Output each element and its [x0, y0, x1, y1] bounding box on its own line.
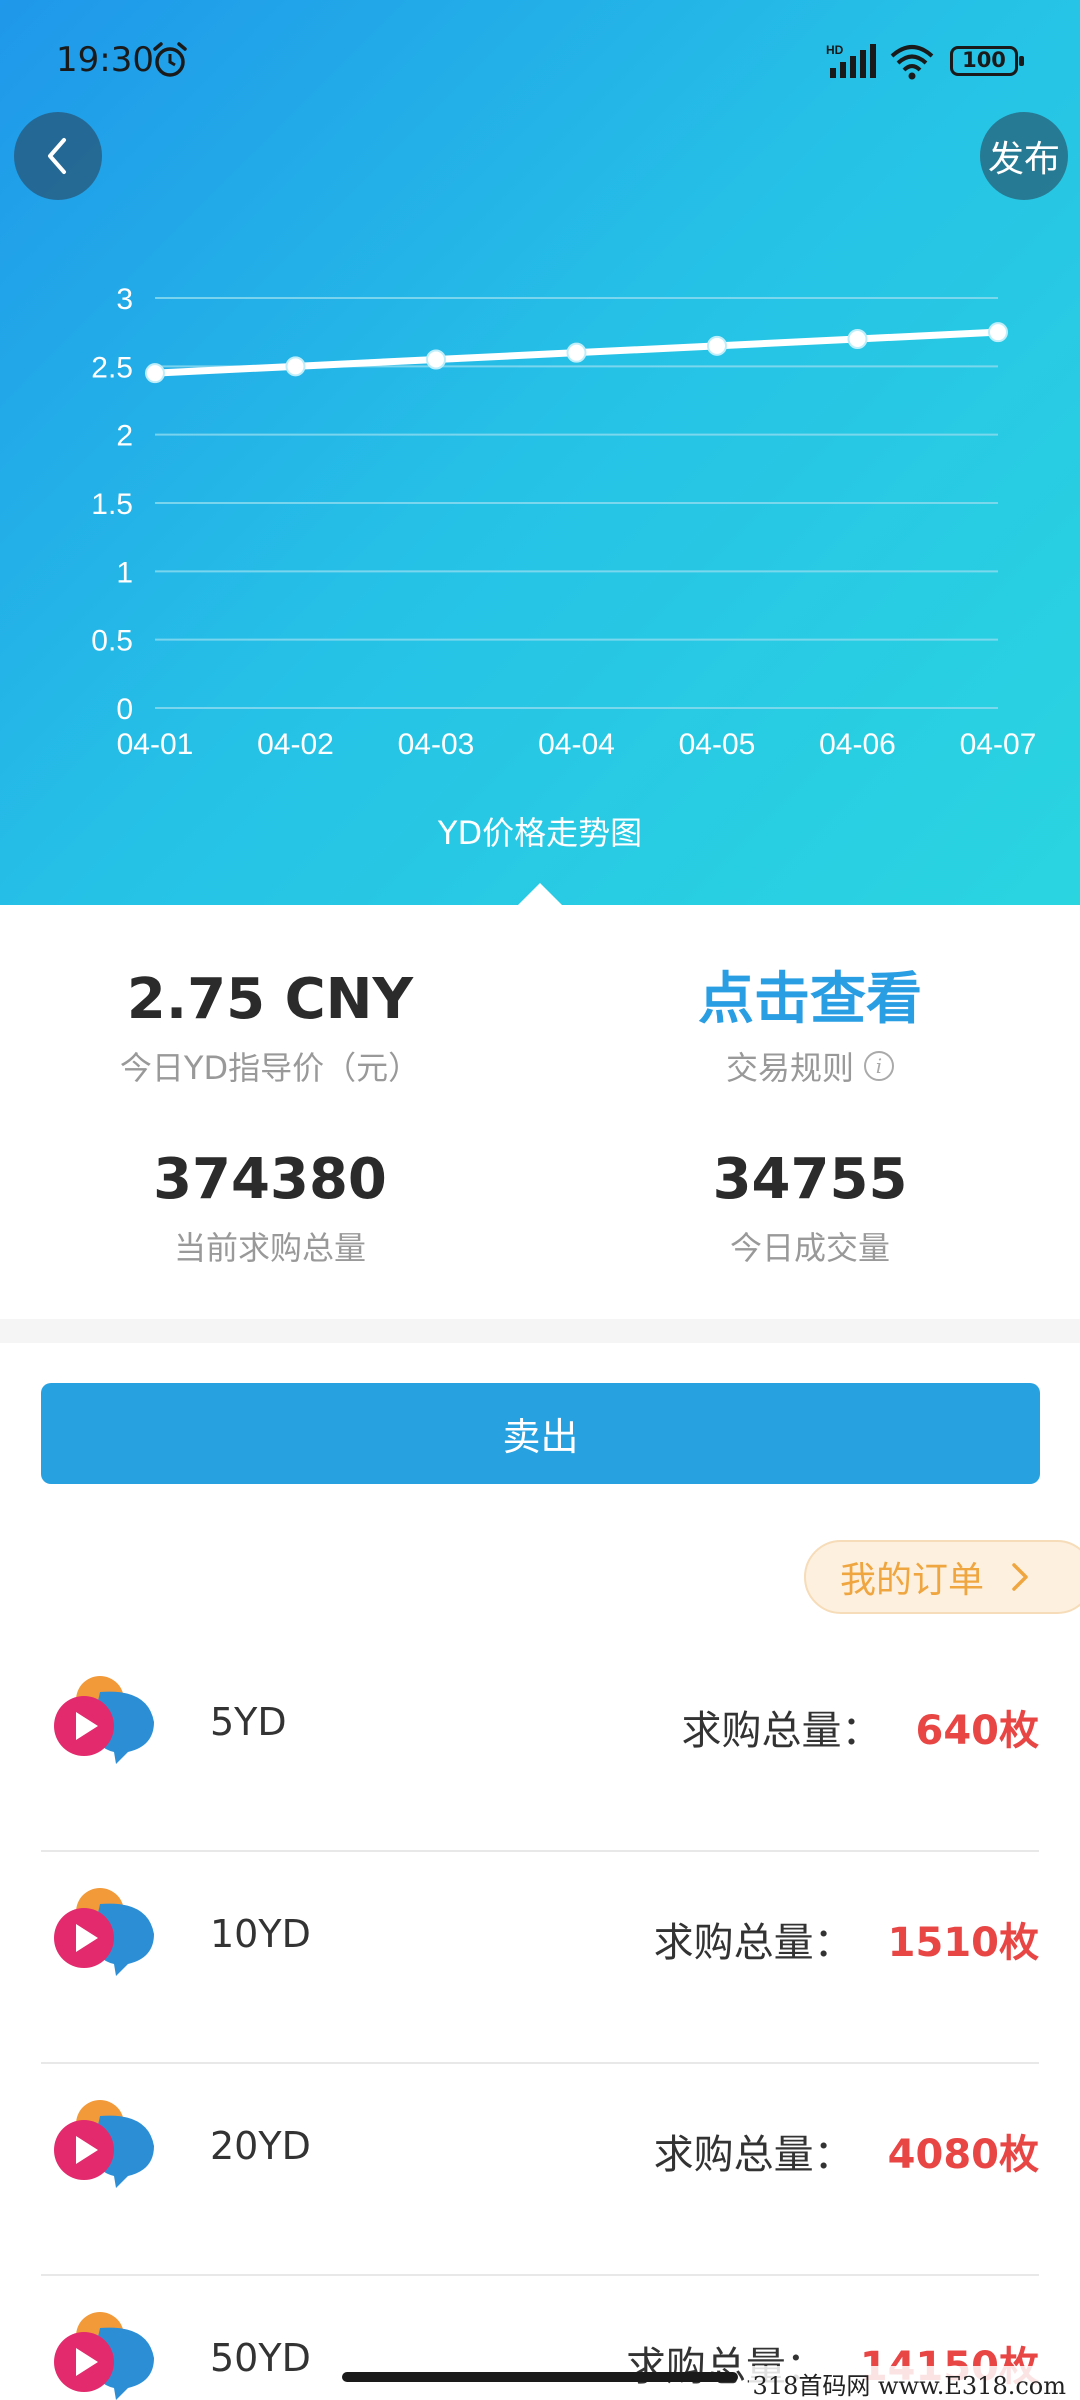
view-rules-link[interactable]: 点击查看: [540, 965, 1080, 1035]
status-bar: 19:30 HD 100: [0, 0, 1080, 120]
back-button[interactable]: [14, 112, 102, 200]
app-logo-icon: [54, 2100, 154, 2188]
home-indicator[interactable]: [342, 2372, 738, 2382]
my-orders-button[interactable]: 我的订单: [804, 1540, 1080, 1614]
y-tick-label: 0.5: [91, 625, 133, 658]
y-tick-label: 2.5: [91, 351, 133, 384]
item-demand-label: 求购总量：: [653, 1920, 854, 1966]
my-orders-label: 我的订单: [840, 1560, 985, 1601]
today-volume-label: 今日成交量: [729, 1229, 890, 1267]
x-tick-label: 04-02: [257, 728, 334, 761]
item-demand: 求购总量： 4080枚: [654, 2122, 1039, 2180]
total-demand-label: 当前求购总量: [173, 1229, 366, 1267]
chevron-right-icon: [1012, 1563, 1028, 1591]
alarm-icon: [153, 42, 187, 77]
data-point: [426, 349, 446, 370]
chevron-left-icon: [48, 138, 66, 174]
x-tick-label: 04-04: [538, 728, 615, 761]
price-trend-chart: 0 0.5 1 1.5 2 2.5 3 04-01 04-02 04-03 04-04 04-05 04…: [91, 283, 1037, 761]
sell-button[interactable]: 卖出: [41, 1383, 1040, 1484]
item-demand-value: 640枚: [915, 1708, 1040, 1754]
item-demand-value: 1510枚: [887, 1920, 1039, 1966]
data-point: [285, 356, 306, 377]
guide-price-stat: 2.75 CNY 今日YD指导价（元）: [0, 965, 540, 1089]
info-icon[interactable]: i: [864, 1051, 894, 1081]
today-volume-value: 34755: [712, 1147, 908, 1212]
app-logo-icon: [54, 1676, 154, 1764]
data-point: [988, 322, 1008, 343]
total-demand-value: 374380: [153, 1147, 387, 1212]
x-tick-label: 04-01: [117, 728, 194, 761]
wifi-icon: [890, 45, 934, 80]
y-tick-label: 1.5: [91, 488, 133, 521]
chart-title: YD价格走势图: [437, 814, 643, 852]
item-demand-label: 求购总量：: [681, 1708, 882, 1754]
x-tick-label: 04-06: [819, 728, 896, 761]
x-tick-label: 04-05: [679, 728, 756, 761]
x-tick-label: 04-03: [398, 728, 475, 761]
app-logo-icon: [54, 1888, 154, 1976]
y-tick-label: 3: [116, 283, 133, 316]
item-demand-value: 4080枚: [887, 2132, 1039, 2178]
trade-rules-stat[interactable]: 点击查看 交易规则 i: [540, 965, 1080, 1089]
y-tick-label: 1: [116, 556, 133, 589]
denomination-list: 5YD 求购总量： 640枚 10YD 求购总量： 1510枚 20YD 求购总…: [0, 1640, 1080, 2400]
x-tick-label: 04-07: [960, 728, 1037, 761]
watermark: 318首码网 www.E318.com: [748, 2366, 1070, 2400]
y-tick-label: 0: [116, 693, 133, 726]
data-point: [145, 363, 165, 384]
svg-text:HD: HD: [826, 43, 844, 57]
y-tick-label: 2: [116, 420, 133, 453]
item-name: 5YD: [210, 1700, 287, 1744]
list-item[interactable]: 5YD 求购总量： 640枚: [0, 1640, 1080, 1852]
status-time: 19:30: [56, 40, 154, 80]
item-name: 20YD: [210, 2124, 311, 2168]
guide-price-value: 2.75 CNY: [126, 967, 414, 1032]
item-name: 10YD: [210, 1912, 311, 1956]
publish-button[interactable]: 发布: [980, 112, 1068, 200]
today-volume-stat: 34755 今日成交量: [540, 1145, 1080, 1269]
data-point: [707, 335, 727, 356]
stats-panel: 2.75 CNY 今日YD指导价（元） 点击查看 交易规则 i 374380 当…: [0, 905, 1080, 1319]
trade-rules-label: 交易规则: [725, 1049, 854, 1087]
item-demand: 求购总量： 1510枚: [654, 1910, 1039, 1968]
total-demand-stat: 374380 当前求购总量: [0, 1145, 540, 1269]
item-demand-label: 求购总量：: [653, 2132, 854, 2178]
app-logo-icon: [54, 2312, 154, 2400]
battery-icon: 100: [950, 46, 1024, 76]
pointer-notch: [518, 883, 562, 905]
cell-signal-icon: HD: [826, 43, 876, 78]
item-name: 50YD: [210, 2336, 311, 2380]
item-demand: 求购总量： 640枚: [682, 1698, 1040, 1756]
list-item[interactable]: 20YD 求购总量： 4080枚: [0, 2064, 1080, 2276]
battery-level: 100: [962, 48, 1006, 72]
guide-price-label: 今日YD指导价（元）: [119, 1049, 421, 1087]
list-item[interactable]: 10YD 求购总量： 1510枚: [0, 1852, 1080, 2064]
price-trend-panel: 19:30 HD 100 发布 0 0.5 1 1.5 2 2.5 3 04-0…: [0, 0, 1080, 905]
data-point: [566, 342, 587, 363]
data-point: [847, 329, 868, 349]
section-divider: [0, 1319, 1080, 1343]
